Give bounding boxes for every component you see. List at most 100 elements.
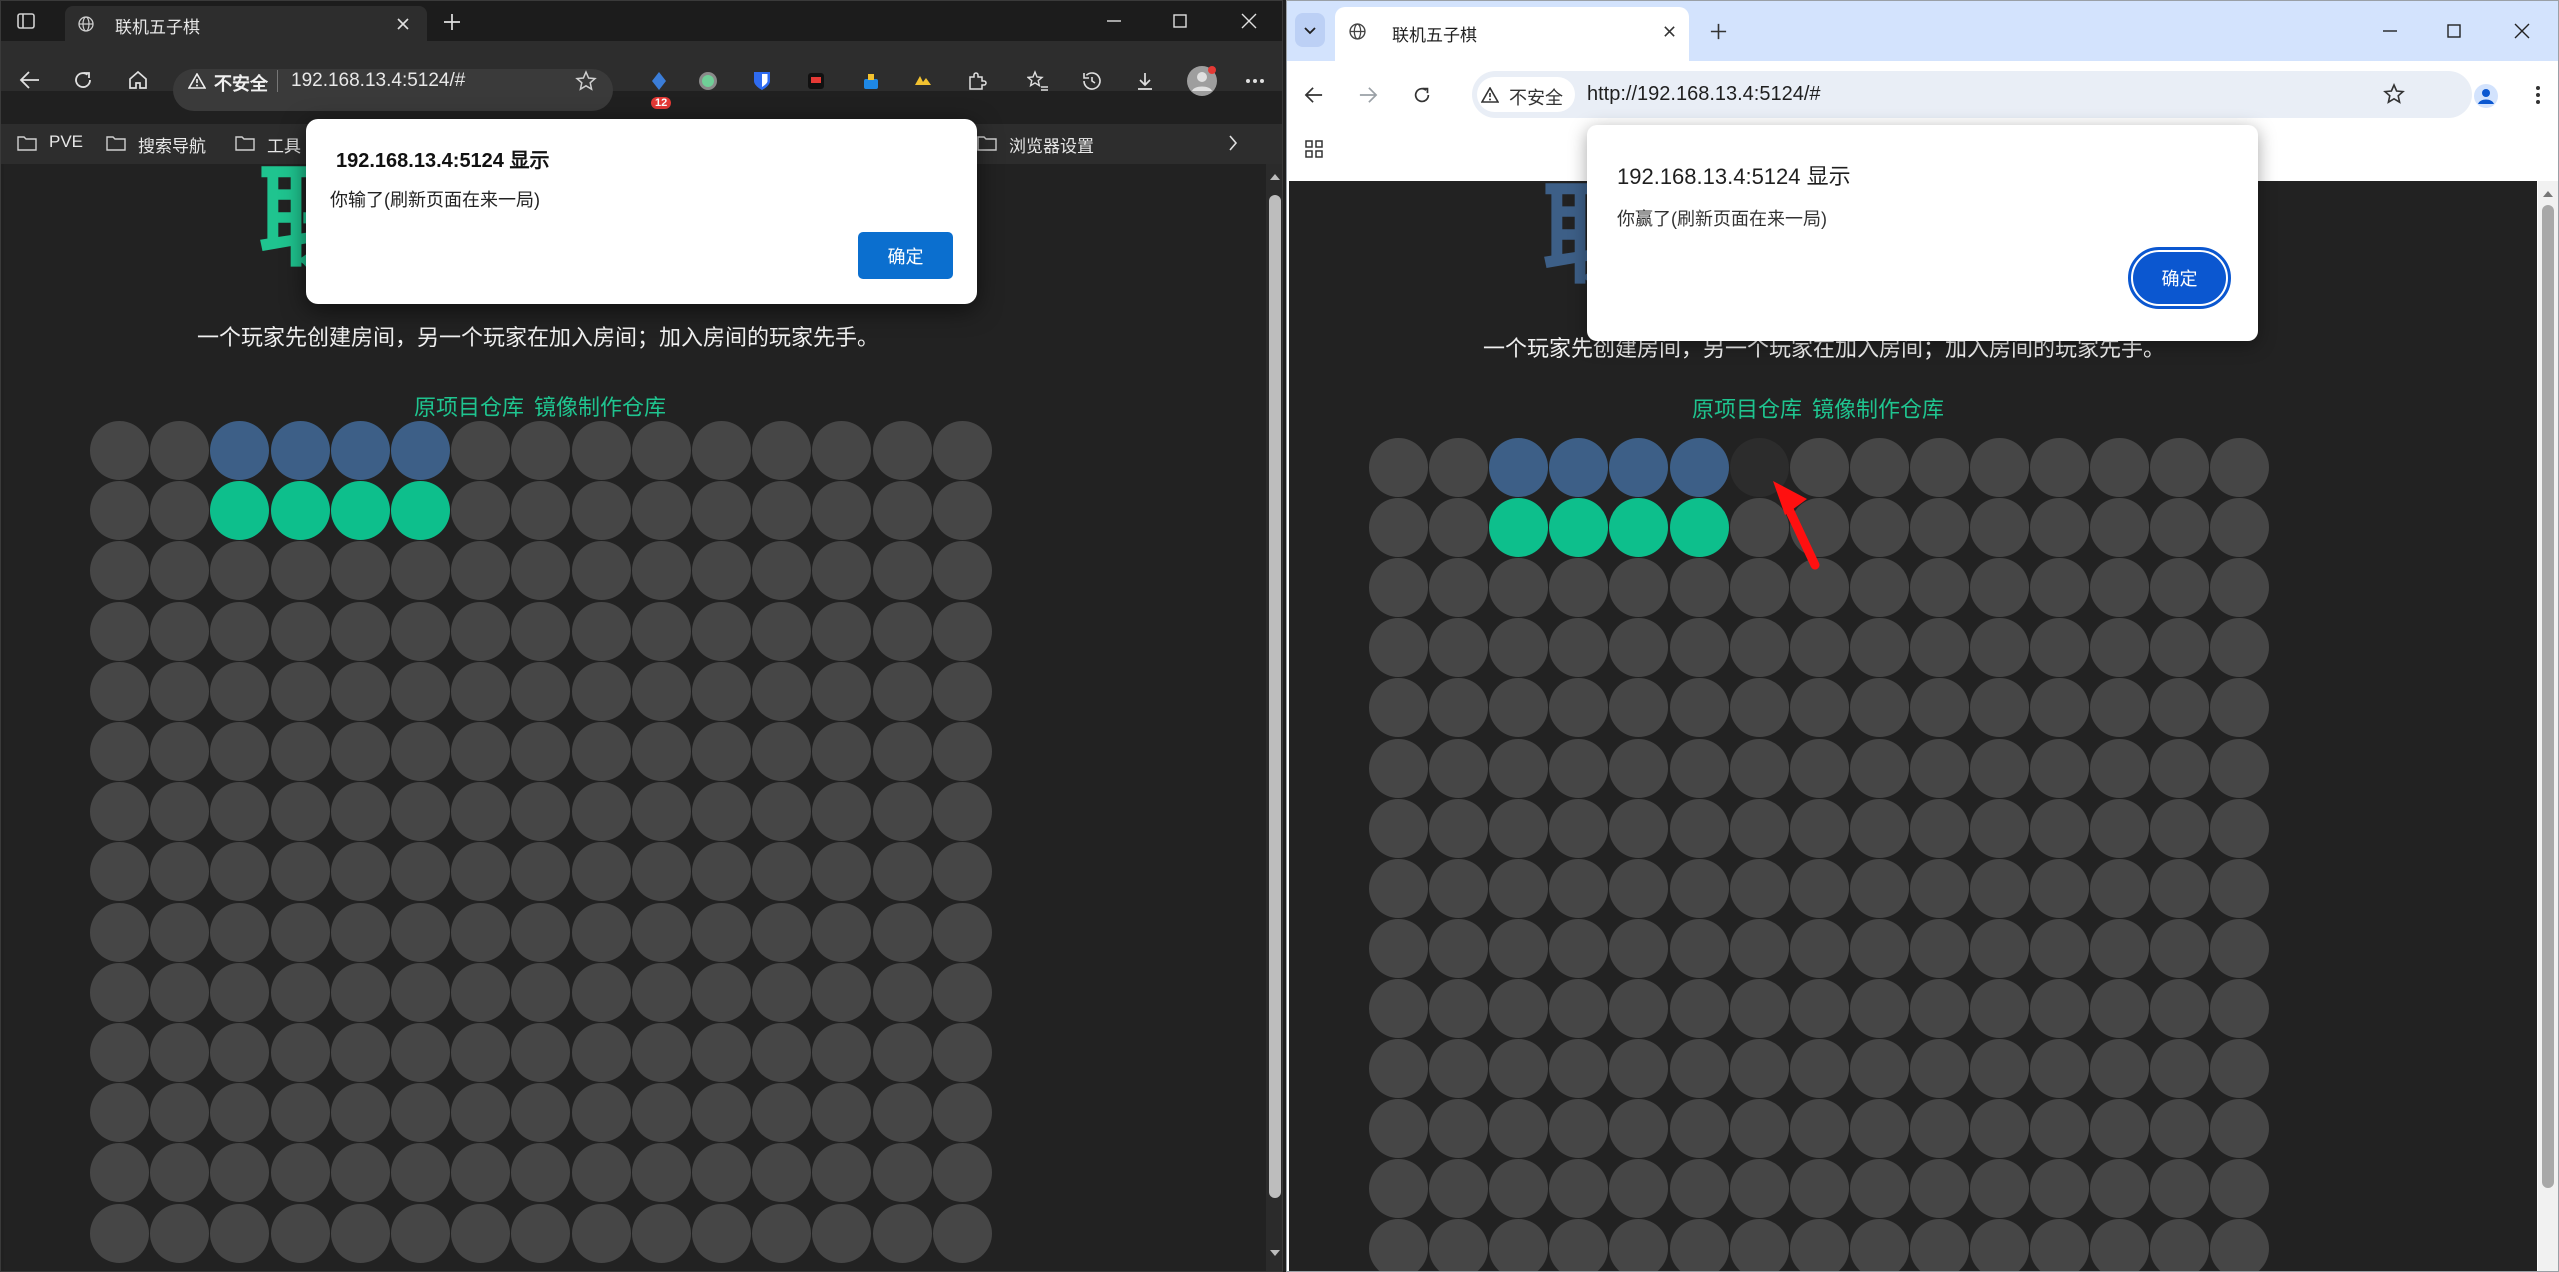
board-cell[interactable] [2090, 618, 2150, 678]
board-cell[interactable] [1549, 738, 1609, 798]
board-cell[interactable] [210, 1023, 270, 1082]
board-cell[interactable] [631, 601, 691, 661]
board-cell[interactable] [1970, 438, 2029, 497]
chevron-right-icon[interactable] [1223, 133, 1243, 153]
board-cell[interactable] [571, 722, 631, 781]
board-cell[interactable] [1429, 978, 1489, 1038]
board-cell[interactable] [1970, 558, 2029, 618]
board-cell[interactable] [150, 541, 210, 601]
board-cell[interactable] [1369, 498, 1428, 558]
board-cell[interactable] [872, 842, 932, 902]
board-cell[interactable] [90, 421, 149, 480]
insecure-label[interactable]: 不安全 [1509, 84, 1563, 110]
board-cell[interactable] [631, 541, 691, 601]
ok-button[interactable]: 确定 [2133, 252, 2226, 304]
bitwarden-icon[interactable] [749, 68, 775, 94]
board-cell[interactable] [1669, 978, 1729, 1038]
board-cell[interactable] [2030, 438, 2090, 497]
board-cell[interactable] [692, 481, 751, 541]
board-cell[interactable] [932, 842, 992, 902]
board-cell[interactable] [2210, 498, 2270, 558]
board-cell[interactable] [932, 782, 992, 842]
more-menu-icon[interactable] [2525, 81, 2551, 109]
board-cell[interactable] [2150, 1099, 2210, 1159]
board-cell[interactable] [2090, 558, 2150, 618]
board-cell[interactable] [1849, 498, 1909, 558]
blue-stone[interactable] [330, 421, 390, 480]
board-cell[interactable] [2090, 1039, 2150, 1098]
board-cell[interactable] [1669, 558, 1729, 618]
favorites-icon[interactable] [1025, 68, 1051, 94]
board-cell[interactable] [1549, 978, 1609, 1038]
board-cell[interactable] [2030, 678, 2090, 738]
board-cell[interactable] [812, 421, 872, 480]
board-cell[interactable] [571, 421, 631, 480]
extension-yellow-icon[interactable] [910, 68, 936, 94]
board-cell[interactable] [1729, 1039, 1789, 1098]
board-cell[interactable] [1669, 618, 1729, 678]
board-cell[interactable] [752, 782, 812, 842]
board-cell[interactable] [1849, 678, 1909, 738]
board-cell[interactable] [1729, 918, 1789, 978]
board-cell[interactable] [1970, 1159, 2029, 1219]
board-cell[interactable] [1489, 798, 1549, 858]
board-cell[interactable] [1909, 678, 1969, 738]
board-cell[interactable] [1909, 558, 1969, 618]
board-cell[interactable] [1849, 738, 1909, 798]
board-cell[interactable] [1849, 1159, 1909, 1219]
board-cell[interactable] [1489, 678, 1549, 738]
board-cell[interactable] [872, 1203, 932, 1263]
board-cell[interactable] [330, 601, 390, 661]
blue-stone[interactable] [1669, 438, 1729, 497]
board-cell[interactable] [752, 481, 812, 541]
board-cell[interactable] [932, 1203, 992, 1263]
board-cell[interactable] [932, 481, 992, 541]
board-cell[interactable] [330, 1143, 390, 1203]
board-cell[interactable] [752, 722, 812, 781]
board-cell[interactable] [571, 1023, 631, 1082]
board-cell[interactable] [872, 661, 932, 721]
board-cell[interactable] [1549, 798, 1609, 858]
board-cell[interactable] [1429, 1099, 1489, 1159]
board-cell[interactable] [1489, 1039, 1549, 1098]
board-cell[interactable] [1609, 678, 1669, 738]
board-cell[interactable] [391, 722, 450, 781]
board-cell[interactable] [1429, 558, 1489, 618]
board-cell[interactable] [150, 421, 210, 480]
board-cell[interactable] [2090, 798, 2150, 858]
board-cell[interactable] [1909, 618, 1969, 678]
board-cell[interactable] [1909, 438, 1969, 497]
board-cell[interactable] [631, 1023, 691, 1082]
board-cell[interactable] [1549, 618, 1609, 678]
link-original-repo[interactable]: 原项目仓库 [1692, 392, 1802, 424]
url-text[interactable]: 192.168.13.4:5124/# [291, 70, 465, 92]
board-cell[interactable] [1609, 978, 1669, 1038]
board-cell[interactable] [150, 1143, 210, 1203]
board-cell[interactable] [1609, 798, 1669, 858]
board-cell[interactable] [1669, 1099, 1729, 1159]
board-cell[interactable] [932, 421, 992, 480]
board-cell[interactable] [1489, 978, 1549, 1038]
board-cell[interactable] [2030, 1039, 2090, 1098]
board-cell[interactable] [210, 962, 270, 1022]
scroll-up-icon[interactable] [1266, 169, 1282, 185]
warning-icon[interactable] [187, 71, 207, 91]
board-cell[interactable] [2210, 918, 2270, 978]
board-cell[interactable] [812, 962, 872, 1022]
board-cell[interactable] [812, 1023, 872, 1082]
board-cell[interactable] [812, 842, 872, 902]
board-cell[interactable] [511, 421, 571, 480]
board-cell[interactable] [270, 782, 330, 842]
extension-green-icon[interactable] [695, 68, 721, 94]
board-cell[interactable] [2090, 678, 2150, 738]
board-cell[interactable] [692, 842, 751, 902]
green-stone[interactable] [1669, 498, 1729, 558]
board-cell[interactable] [812, 1083, 872, 1143]
green-stone[interactable] [330, 481, 390, 541]
board-cell[interactable] [451, 421, 511, 480]
board-cell[interactable] [631, 962, 691, 1022]
board-cell[interactable] [1789, 1159, 1849, 1219]
board-cell[interactable] [1489, 1219, 1549, 1271]
board-cell[interactable] [1849, 438, 1909, 497]
board-cell[interactable] [90, 902, 149, 962]
